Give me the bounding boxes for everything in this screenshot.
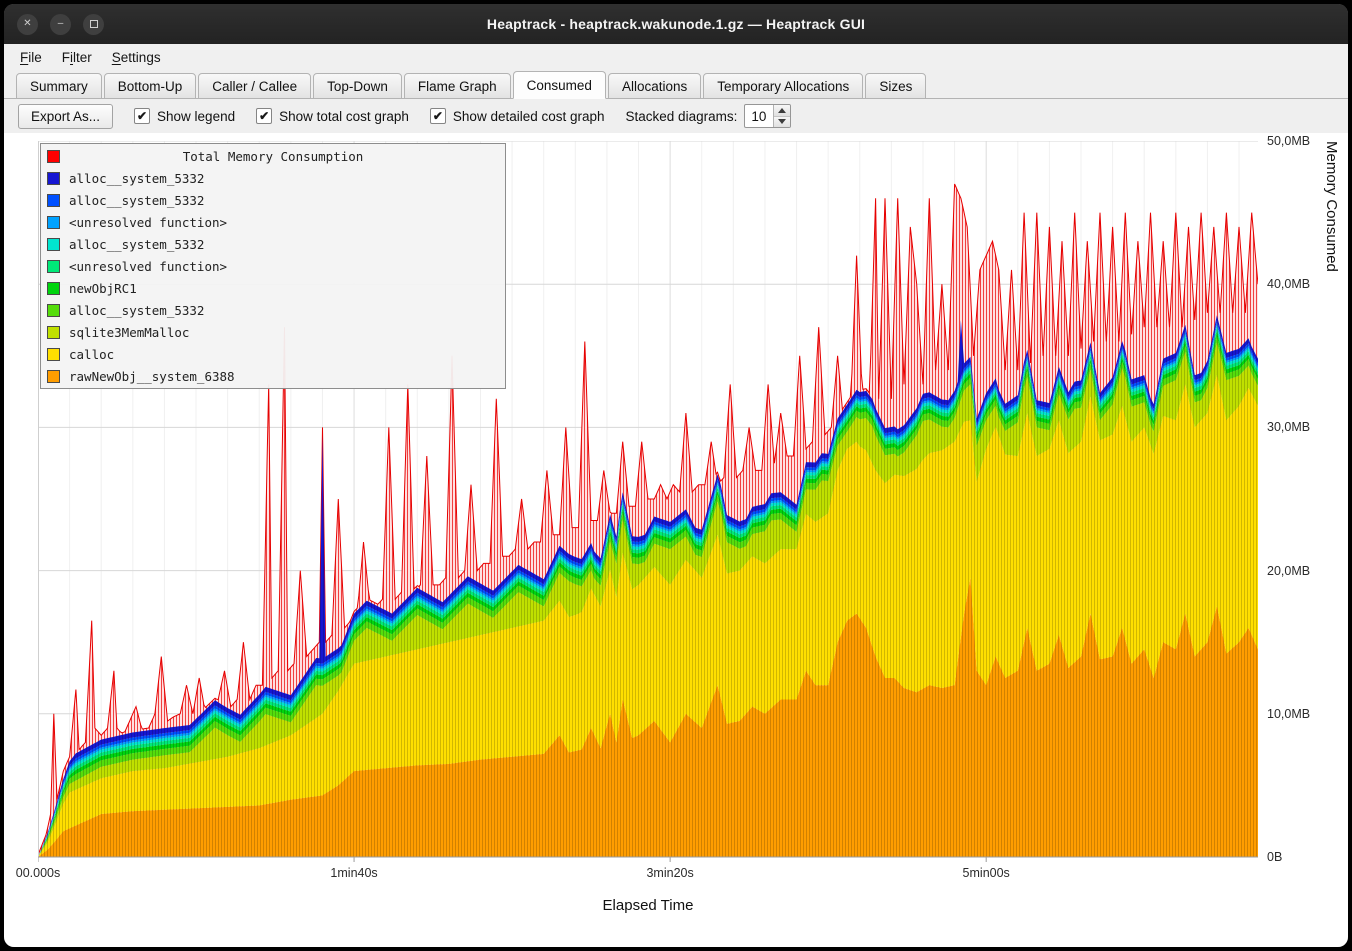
x-tick-label: 1min40s bbox=[309, 866, 399, 880]
menu-filter[interactable]: Filter bbox=[52, 47, 102, 68]
app-window: ✕– Heaptrack - heaptrack.wakunode.1.gz —… bbox=[4, 4, 1348, 947]
checkbox-label: Show detailed cost graph bbox=[453, 109, 605, 124]
legend-swatch bbox=[47, 260, 60, 273]
legend-row-sqlite3memmalloc: sqlite3MemMalloc bbox=[41, 321, 505, 343]
x-tick-label: 5min00s bbox=[941, 866, 1031, 880]
minimize-button[interactable]: – bbox=[50, 14, 71, 35]
legend-row-total-memory-consumption: Total Memory Consumption bbox=[41, 145, 505, 167]
legend-swatch bbox=[47, 172, 60, 185]
checkbox-group-show-detailed-cost-graph: ✔ Show detailed cost graph bbox=[430, 108, 605, 124]
legend-label: calloc bbox=[69, 347, 114, 362]
menubar: FileFilterSettings bbox=[4, 44, 1348, 70]
tab-top-down[interactable]: Top-Down bbox=[313, 73, 402, 99]
stacked-diagrams-label: Stacked diagrams: bbox=[626, 109, 738, 124]
legend-swatch bbox=[47, 150, 60, 163]
checkmark-icon: ✔ bbox=[433, 109, 443, 123]
legend-swatch bbox=[47, 194, 60, 207]
x-axis-title: Elapsed Time bbox=[38, 897, 1258, 914]
chart-legend: Total Memory Consumption alloc__system_53… bbox=[40, 143, 506, 389]
chevron-up-icon bbox=[778, 108, 786, 113]
legend-swatch bbox=[47, 304, 60, 317]
legend-label: <unresolved function> bbox=[69, 259, 227, 274]
spin-up-button[interactable] bbox=[774, 105, 790, 116]
legend-row-alloc-system-5332: alloc__system_5332 bbox=[41, 233, 505, 255]
tab-consumed[interactable]: Consumed bbox=[513, 71, 606, 99]
stacked-diagrams-value[interactable]: 10 bbox=[745, 105, 773, 127]
tab-bottom-up[interactable]: Bottom-Up bbox=[104, 73, 197, 99]
legend-row-alloc-system-5332: alloc__system_5332 bbox=[41, 167, 505, 189]
tab-temporary-allocations[interactable]: Temporary Allocations bbox=[703, 73, 863, 99]
legend-label: Total Memory Consumption bbox=[183, 149, 364, 164]
checkbox-show-total-cost-graph[interactable]: ✔ bbox=[256, 108, 272, 124]
legend-swatch bbox=[47, 348, 60, 361]
y-axis-title: Memory Consumed bbox=[1323, 141, 1340, 857]
menu-file[interactable]: File bbox=[10, 47, 52, 68]
y-tick-label: 40,0MB bbox=[1267, 277, 1310, 291]
legend-label: rawNewObj__system_6388 bbox=[69, 369, 235, 384]
checkbox-show-legend[interactable]: ✔ bbox=[134, 108, 150, 124]
y-tick-label: 50,0MB bbox=[1267, 134, 1310, 148]
x-tick-label: 00.000s bbox=[4, 866, 83, 880]
checkmark-icon: ✔ bbox=[137, 109, 147, 123]
y-tick-label: 30,0MB bbox=[1267, 420, 1310, 434]
legend-label: <unresolved function> bbox=[69, 215, 227, 230]
minimize-icon: – bbox=[58, 19, 64, 29]
checkbox-label: Show legend bbox=[157, 109, 235, 124]
checkbox-show-detailed-cost-graph[interactable]: ✔ bbox=[430, 108, 446, 124]
legend-label: alloc__system_5332 bbox=[69, 237, 204, 252]
maximize-icon bbox=[90, 20, 98, 28]
tab-allocations[interactable]: Allocations bbox=[608, 73, 701, 99]
tabbar: SummaryBottom-UpCaller / CalleeTop-DownF… bbox=[4, 70, 1348, 99]
legend-row-unresolved-function: <unresolved function> bbox=[41, 211, 505, 233]
checkmark-icon: ✔ bbox=[259, 109, 269, 123]
legend-label: newObjRC1 bbox=[69, 281, 137, 296]
spin-buttons bbox=[773, 105, 790, 127]
legend-swatch bbox=[47, 216, 60, 229]
close-button[interactable]: ✕ bbox=[17, 14, 38, 35]
y-tick-label: 20,0MB bbox=[1267, 564, 1310, 578]
legend-label: sqlite3MemMalloc bbox=[69, 325, 189, 340]
legend-row-newobjrc1: newObjRC1 bbox=[41, 277, 505, 299]
legend-row-rawnewobj-system-6388: rawNewObj__system_6388 bbox=[41, 365, 505, 387]
legend-swatch bbox=[47, 326, 60, 339]
legend-swatch bbox=[47, 238, 60, 251]
close-icon: ✕ bbox=[23, 19, 31, 29]
legend-row-alloc-system-5332: alloc__system_5332 bbox=[41, 189, 505, 211]
export-as-button[interactable]: Export As... bbox=[18, 104, 113, 129]
consumed-chart: Total Memory Consumption alloc__system_53… bbox=[4, 133, 1348, 947]
toolbar-checkboxes: ✔ Show legend ✔ Show total cost graph ✔ Show … bbox=[134, 108, 605, 124]
tab-summary[interactable]: Summary bbox=[16, 73, 102, 99]
tab-sizes[interactable]: Sizes bbox=[865, 73, 926, 99]
tab-caller-callee[interactable]: Caller / Callee bbox=[198, 73, 311, 99]
tab-flame-graph[interactable]: Flame Graph bbox=[404, 73, 511, 99]
x-tick-label: 3min20s bbox=[625, 866, 715, 880]
window-buttons: ✕– bbox=[17, 4, 104, 44]
checkbox-label: Show total cost graph bbox=[279, 109, 409, 124]
legend-label: alloc__system_5332 bbox=[69, 193, 204, 208]
maximize-button[interactable] bbox=[83, 14, 104, 35]
y-tick-label: 10,0MB bbox=[1267, 707, 1310, 721]
spin-down-button[interactable] bbox=[774, 116, 790, 128]
legend-row-unresolved-function: <unresolved function> bbox=[41, 255, 505, 277]
legend-swatch bbox=[47, 282, 60, 295]
toolbar: Export As... ✔ Show legend ✔ Show total cos… bbox=[4, 99, 1348, 133]
chevron-down-icon bbox=[778, 119, 786, 124]
menu-settings[interactable]: Settings bbox=[102, 47, 171, 68]
legend-row-alloc-system-5332: alloc__system_5332 bbox=[41, 299, 505, 321]
checkbox-group-show-total-cost-graph: ✔ Show total cost graph bbox=[256, 108, 409, 124]
stacked-diagrams-spinbox: 10 bbox=[744, 104, 791, 128]
titlebar: ✕– Heaptrack - heaptrack.wakunode.1.gz —… bbox=[4, 4, 1348, 44]
legend-row-calloc: calloc bbox=[41, 343, 505, 365]
y-tick-label: 0B bbox=[1267, 850, 1282, 864]
legend-swatch bbox=[47, 370, 60, 383]
legend-label: alloc__system_5332 bbox=[69, 303, 204, 318]
checkbox-group-show-legend: ✔ Show legend bbox=[134, 108, 235, 124]
window-title: Heaptrack - heaptrack.wakunode.1.gz — He… bbox=[487, 16, 865, 32]
legend-label: alloc__system_5332 bbox=[69, 171, 204, 186]
